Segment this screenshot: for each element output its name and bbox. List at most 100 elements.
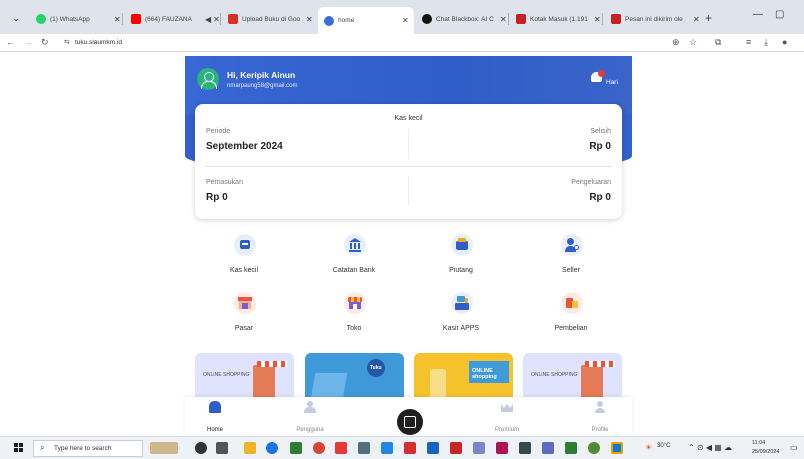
tab-separator [508, 13, 509, 25]
app-icon[interactable] [335, 442, 347, 454]
new-tab-button[interactable]: + [705, 11, 712, 25]
app-icon[interactable] [290, 442, 302, 454]
reading-list-icon[interactable]: ≡ [746, 37, 751, 47]
clock-date[interactable]: 25/09/2024 [752, 449, 780, 455]
notification-badge [598, 70, 605, 77]
tab-search-icon[interactable]: ⌄ [9, 11, 23, 25]
home-icon [209, 401, 221, 413]
tab-separator [122, 13, 123, 25]
users-icon [304, 401, 316, 413]
menu-item-kas-kecil[interactable]: Kas kecil [204, 234, 284, 289]
notification-bell-icon[interactable] [590, 70, 605, 84]
reload-icon[interactable]: ↻ [41, 37, 49, 48]
seller-icon [561, 234, 583, 256]
chrome-icon[interactable] [313, 442, 325, 454]
close-icon[interactable]: ✕ [594, 15, 601, 24]
close-icon[interactable]: ✕ [114, 15, 121, 24]
app-icon[interactable] [358, 442, 370, 454]
divider [408, 176, 409, 206]
kas-kecil-summary-card[interactable]: Kas kecil Periode September 2024 Selisih… [195, 104, 622, 219]
blackbox-icon [422, 14, 432, 24]
tab-home[interactable]: home ✕ [318, 7, 414, 34]
app-icon[interactable] [473, 442, 485, 454]
profile-icon [594, 401, 606, 413]
cash-register-icon [234, 234, 256, 256]
tab-blackbox[interactable]: Chat Blackbox: AI C ✕ [416, 8, 507, 30]
menu-item-toko[interactable]: Toko [314, 292, 394, 347]
menu-item-catatan-bank[interactable]: Catatan Bank [314, 234, 394, 289]
weather-news-icon[interactable] [150, 442, 178, 454]
menu-item-pembelian[interactable]: Pembelian [531, 292, 611, 347]
promo-banner[interactable]: Tuku [305, 353, 404, 399]
close-icon[interactable]: ✕ [402, 16, 409, 25]
nav-profile[interactable]: Profile [570, 401, 630, 433]
awning-illustration-icon [585, 361, 615, 367]
banner-text: ONLINE SHOPPING [531, 372, 578, 378]
promo-banner[interactable]: ONLINE shopping [414, 353, 513, 399]
divider [408, 129, 409, 159]
app-icon[interactable] [496, 442, 508, 454]
close-icon[interactable]: ✕ [213, 15, 220, 24]
bookmark-star-icon[interactable]: ☆ [689, 37, 697, 48]
menu-item-kasir-apps[interactable]: Kasir APPS [421, 292, 501, 347]
app-page: Hi, Keripik Ainun nmarpaung58@gmail.com … [0, 52, 804, 436]
app-icon[interactable] [588, 442, 600, 454]
app-icon[interactable] [381, 442, 393, 454]
forward-icon[interactable]: → [24, 37, 33, 47]
periode-value[interactable]: September 2024 [206, 141, 283, 152]
nav-premium[interactable]: Premium [477, 401, 537, 433]
promo-banner[interactable]: ONLINE SHOPPING [523, 353, 622, 399]
app-icon[interactable] [450, 442, 462, 454]
scan-button[interactable] [397, 409, 423, 435]
tab-gmail-message[interactable]: Pesan ini dikirim ole ✕ [605, 8, 700, 30]
tab-whatsapp[interactable]: (1) WhatsApp ✕ [30, 8, 121, 30]
temperature-text[interactable]: 30°C [657, 443, 670, 449]
tab-upload-buku[interactable]: Upload Buku di Goo ✕ [222, 8, 313, 30]
market-icon [234, 292, 256, 314]
taskbar-search-input[interactable]: ⌕ Type here to search [33, 440, 143, 457]
pengeluaran-label: Pengeluaran [571, 179, 611, 186]
menu-item-seller[interactable]: Seller [531, 234, 611, 289]
clock-time[interactable]: 11:04 [752, 440, 765, 446]
app-icon[interactable] [542, 442, 554, 454]
profile-avatar-icon[interactable]: ● [782, 37, 787, 47]
excel-icon[interactable] [565, 442, 577, 454]
menu-item-pasar[interactable]: Pasar [204, 292, 284, 347]
minimize-button[interactable]: — [753, 9, 763, 20]
widgets-icon[interactable] [216, 442, 228, 454]
nav-pengguna[interactable]: Pengguna [280, 401, 340, 433]
pdf-icon[interactable] [404, 442, 416, 454]
tab-youtube[interactable]: (664) FAUZANA ◀ ✕ [125, 8, 220, 30]
nav-home[interactable]: Home [185, 401, 245, 433]
tab-separator [220, 13, 221, 25]
zoom-icon[interactable]: ⊕ [672, 37, 680, 48]
weather-icon[interactable]: ☀ [645, 443, 652, 452]
download-icon[interactable]: ⤓ [764, 37, 768, 48]
app-icon[interactable] [611, 442, 623, 454]
promo-banner[interactable]: ONLINE SHOPPING [195, 353, 294, 399]
notifications-icon[interactable]: ▭ [790, 443, 798, 452]
user-avatar-icon[interactable] [197, 68, 219, 90]
app-icon[interactable] [427, 442, 439, 454]
url-field[interactable]: tuku.slaumkm.id [75, 39, 122, 46]
back-icon[interactable]: ← [6, 37, 15, 47]
app-icon[interactable] [519, 442, 531, 454]
shopping-illustration-icon [310, 373, 348, 399]
pemasukan-value: Rp 0 [206, 192, 228, 203]
close-icon[interactable]: ✕ [306, 15, 313, 24]
youtube-icon [131, 14, 141, 24]
tray-icons[interactable]: ⌃ ⊙ ◀ ▦ ☁ [688, 443, 732, 452]
windows-start-icon[interactable] [14, 443, 24, 453]
restore-button[interactable]: ▢ [775, 9, 784, 20]
windows-taskbar: ⌕ Type here to search ☀ 30°C ⌃ ⊙ ◀ ▦ ☁ 1… [0, 436, 804, 459]
close-icon[interactable]: ✕ [693, 15, 700, 24]
tab-gmail-inbox[interactable]: Kotak Masuk (1.191 ✕ [510, 8, 601, 30]
speaker-icon[interactable]: ◀ [205, 15, 211, 24]
site-info-icon[interactable]: ⇆ [64, 38, 70, 46]
task-view-icon[interactable] [195, 442, 207, 454]
file-explorer-icon[interactable] [244, 442, 256, 454]
extensions-icon[interactable]: ⧉ [715, 37, 721, 48]
menu-item-piutang[interactable]: Piutang [421, 234, 501, 289]
close-icon[interactable]: ✕ [500, 15, 507, 24]
edge-icon[interactable] [266, 442, 278, 454]
